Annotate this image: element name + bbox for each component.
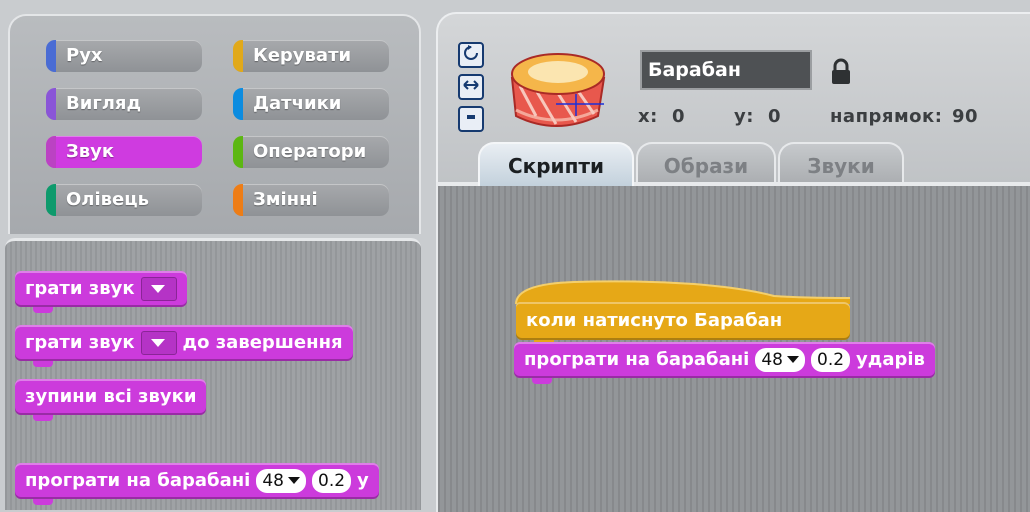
no-rotate-icon-glyph: [467, 115, 475, 119]
category-looks[interactable]: Вигляд: [46, 88, 202, 120]
block-label: грати звук: [25, 332, 135, 353]
sprite-name-input[interactable]: Барабан: [640, 50, 812, 90]
play-sound-block[interactable]: грати звук: [15, 271, 187, 313]
sound-dropdown[interactable]: [140, 277, 177, 301]
category-color-swatch: [46, 136, 56, 168]
category-motion[interactable]: Рух: [46, 40, 202, 72]
sprite-x-value: 0: [672, 106, 686, 127]
category-sound[interactable]: Звук: [46, 136, 202, 168]
block-label-suffix: до завершення: [182, 332, 343, 353]
lock-icon[interactable]: [830, 58, 852, 86]
sound-dropdown[interactable]: [140, 331, 177, 355]
sprite-direction-value: 90: [952, 106, 979, 127]
tab-sounds[interactable]: Звуки: [778, 142, 904, 186]
category-palette: Рух Керувати Вигляд Датчики Звук Операто…: [8, 14, 421, 234]
blocks-palette: грати звук грати звук до завершення зупи…: [5, 238, 421, 510]
category-sensing[interactable]: Датчики: [233, 88, 389, 120]
rotate-icon[interactable]: [458, 42, 484, 68]
category-pen[interactable]: Олівець: [46, 184, 202, 216]
no-rotate-icon[interactable]: [458, 106, 484, 132]
rotate-icon-glyph: [464, 45, 478, 60]
category-operators[interactable]: Оператори: [233, 136, 389, 168]
category-label: Олівець: [66, 189, 149, 210]
category-label: Керувати: [253, 45, 352, 66]
drum-dropdown[interactable]: 48: [755, 348, 805, 372]
flip-icon[interactable]: [458, 74, 484, 100]
tab-scripts[interactable]: Скрипти: [478, 142, 634, 186]
category-label: Оператори: [253, 141, 367, 162]
category-color-swatch: [233, 136, 243, 168]
category-label: Датчики: [253, 93, 342, 114]
hat-block-cap: [515, 280, 851, 304]
flip-icon-glyph: [463, 80, 479, 90]
play-drum-block[interactable]: програти на барабані 48 0.2 у: [15, 463, 379, 505]
category-color-swatch: [233, 184, 243, 216]
script-area[interactable]: коли натиснуто Барабан програти на бараб…: [436, 182, 1030, 512]
stop-all-sounds-block[interactable]: зупини всі звуки: [15, 379, 207, 421]
category-label: Змінні: [253, 189, 318, 210]
category-control[interactable]: Керувати: [233, 40, 389, 72]
block-label: грати звук: [25, 278, 135, 299]
block-label: коли натиснуто Барабан: [526, 310, 783, 331]
play-sound-until-done-block[interactable]: грати звук до завершення: [15, 325, 353, 367]
beats-input[interactable]: 0.2: [811, 348, 851, 372]
category-variables[interactable]: Змінні: [233, 184, 389, 216]
category-label: Вигляд: [66, 93, 142, 114]
tab-costumes[interactable]: Образи: [636, 142, 776, 186]
category-color-swatch: [46, 88, 56, 120]
beats-input[interactable]: 0.2: [312, 469, 352, 493]
category-color-swatch: [46, 40, 56, 72]
category-color-swatch: [233, 40, 243, 72]
drum-sprite-thumbnail[interactable]: [506, 50, 612, 136]
sprite-y-value: 0: [768, 106, 782, 127]
sprite-info-panel: Барабан x: 0 y: 0 напрямок: 90 Скрипти О…: [436, 12, 1030, 192]
category-label: Рух: [66, 45, 103, 66]
sprite-x-label: x:: [638, 106, 658, 127]
sprite-y-label: y:: [734, 106, 754, 127]
category-label: Звук: [66, 141, 115, 162]
when-sprite-clicked-block[interactable]: коли натиснуто Барабан: [516, 302, 850, 346]
block-label-suffix: у: [357, 470, 369, 491]
category-color-swatch: [46, 184, 56, 216]
sprite-direction-label: напрямок:: [830, 106, 943, 127]
block-label: програти на барабані: [25, 470, 251, 491]
drum-dropdown[interactable]: 48: [256, 469, 306, 493]
block-label-suffix: ударів: [856, 349, 925, 370]
block-label: програти на барабані: [524, 349, 750, 370]
script-play-drum-block[interactable]: програти на барабані 48 0.2 ударів: [514, 342, 935, 384]
block-label: зупини всі звуки: [25, 386, 197, 407]
category-color-swatch: [233, 88, 243, 120]
